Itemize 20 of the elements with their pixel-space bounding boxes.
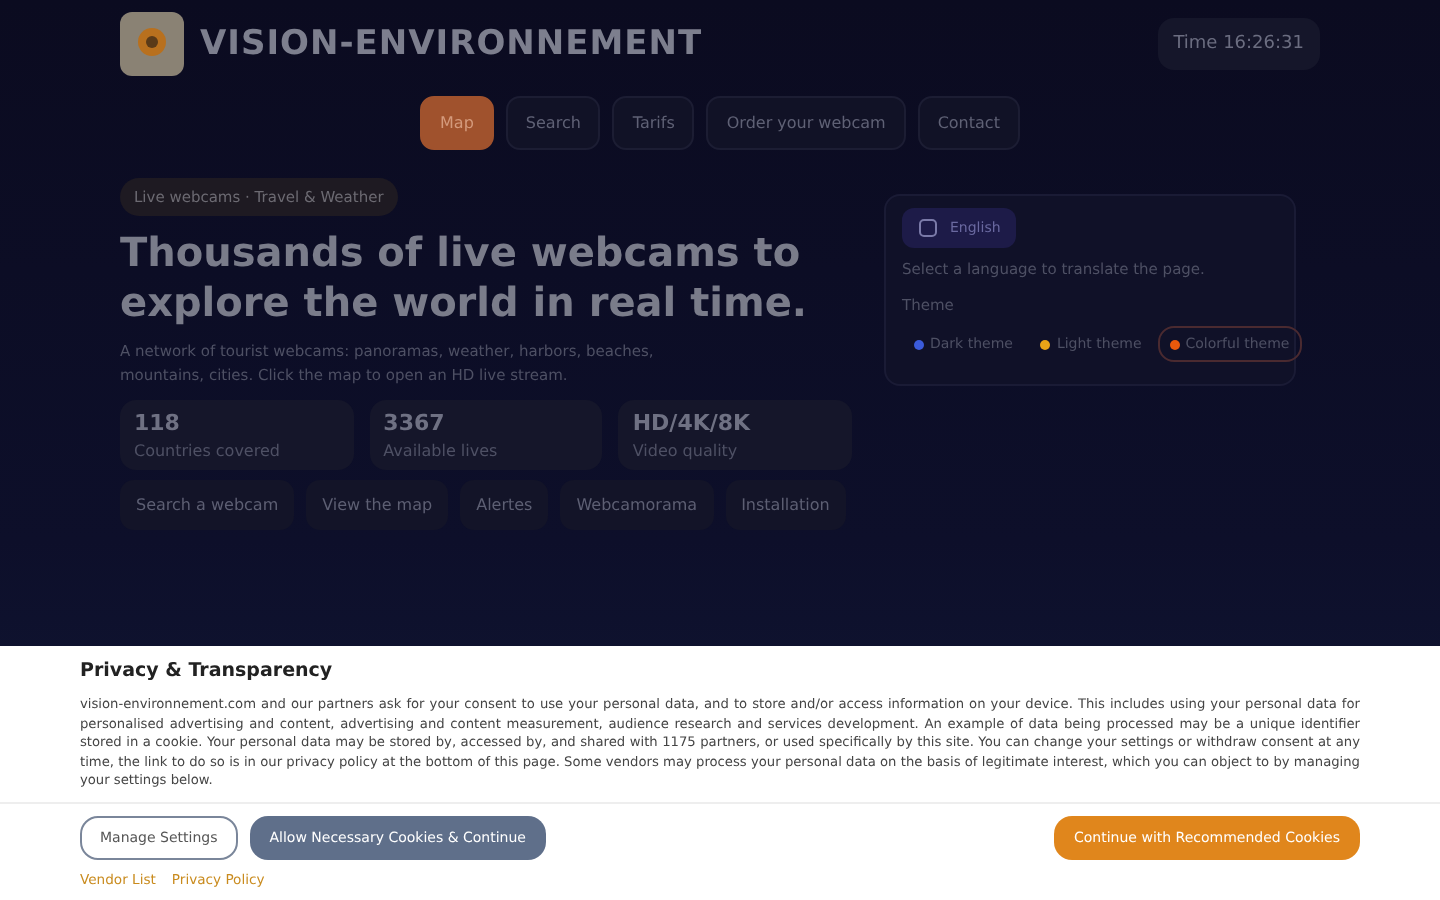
action-button[interactable]: Installation <box>725 480 846 530</box>
action-button[interactable]: View the map <box>306 480 449 530</box>
action-button[interactable]: Search a webcam <box>120 480 295 530</box>
nav-tab[interactable]: Order your webcam <box>706 96 906 150</box>
nav-tab[interactable]: Search <box>505 96 601 150</box>
time-display: Time 16:26:31 <box>1157 18 1320 70</box>
action-button[interactable]: Webcamorama <box>560 480 714 530</box>
nav-tab[interactable]: Map <box>420 96 494 150</box>
consent-title: Privacy & Transparency <box>80 660 335 682</box>
stat-label: Video quality <box>632 442 740 460</box>
brand-name: VISION-ENVIRONNEMENT <box>200 24 703 64</box>
stat-value: HD/4K/8K <box>632 410 753 436</box>
action-button[interactable]: Alertes <box>460 480 549 530</box>
nav-tab[interactable]: Contact <box>917 96 1020 150</box>
stat-value: 3367 <box>383 410 447 436</box>
nav-tab[interactable]: Tarifs <box>612 96 695 150</box>
stat-label: Available lives <box>383 442 500 460</box>
headline: Thousands of live webcams to explore the world in real time. <box>120 228 810 328</box>
stat-label: Countries covered <box>134 442 282 460</box>
stat-value: 118 <box>134 410 182 436</box>
